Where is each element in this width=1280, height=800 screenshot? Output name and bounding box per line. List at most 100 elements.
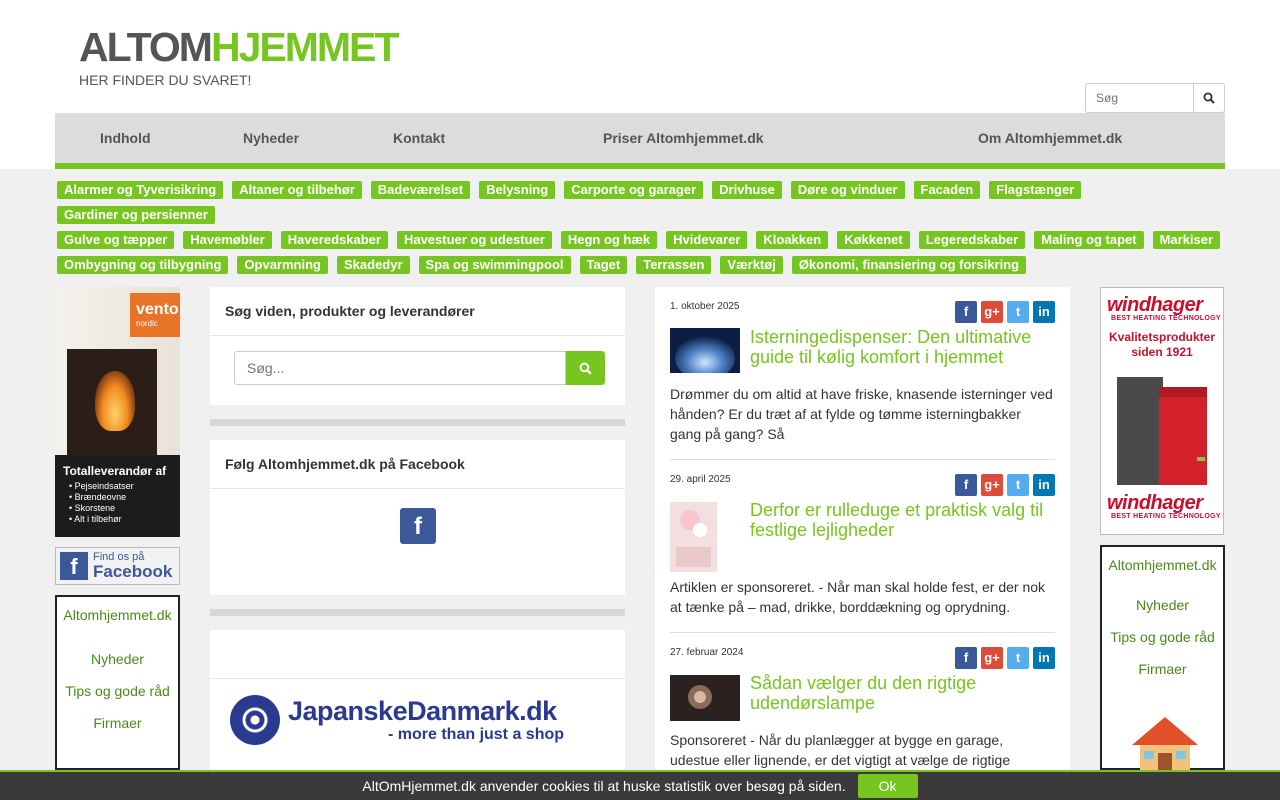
sponsor-panel: JapanskeDanmark.dk - more than just a sh…	[210, 630, 625, 770]
windhager-sub-bottom: BEST HEATING TECHNOLOGY	[1111, 513, 1221, 520]
altomhjemmet-ad-left[interactable]: Altomhjemmet.dk Nyheder Tips og gode råd…	[55, 595, 180, 770]
tag-link[interactable]: Drivhuse	[712, 181, 782, 199]
windhager-logo-bottom: windhager	[1107, 492, 1203, 514]
twitter-share-icon[interactable]: t	[1007, 301, 1029, 323]
tag-link[interactable]: Ombygning og tilbygning	[57, 256, 229, 274]
twitter-share-icon[interactable]: t	[1007, 647, 1029, 669]
tag-link[interactable]: Havemøbler	[183, 231, 272, 249]
altomhjemmet-ad-right[interactable]: Altomhjemmet.dk Nyheder Tips og gode råd…	[1100, 545, 1225, 775]
article-title[interactable]: Isterningedispenser: Den ultimative guid…	[750, 327, 1055, 367]
list-item: 29. april 2025 f g+ t in Derfor er rulle…	[670, 474, 1055, 634]
vento-brand: vento	[136, 301, 179, 318]
tag-link[interactable]: Gulve og tæpper	[57, 231, 175, 249]
cookie-ok-button[interactable]: Ok	[857, 774, 918, 798]
flame-image	[95, 371, 135, 431]
facebook-badge[interactable]: f Find os på Facebook	[55, 547, 180, 585]
ad-small-title: Altomhjemmet.dk	[63, 607, 172, 623]
tag-link[interactable]: Havestuer og udestuer	[396, 231, 552, 249]
linkedin-share-icon[interactable]: in	[1033, 647, 1055, 669]
tag-row: Gulve og tæpper Havemøbler Haveredskaber…	[55, 231, 1230, 256]
japanskedanmark-ad[interactable]: JapanskeDanmark.dk - more than just a sh…	[230, 690, 570, 750]
japan-logo-icon	[230, 695, 280, 745]
windhager-footer: windhager BEST HEATING TECHNOLOGY	[1101, 492, 1223, 520]
header-search-button[interactable]	[1193, 83, 1225, 113]
facebook-share-icon[interactable]: f	[955, 647, 977, 669]
ad-bullet: • Brændeovne	[69, 492, 127, 502]
tag-link[interactable]: Værktøj	[720, 256, 783, 274]
category-tags: Alarmer og Tyverisikring Altaner og tilb…	[55, 181, 1230, 281]
japan-ad-name: JapanskeDanmark.dk	[288, 695, 557, 726]
nav-item-indhold[interactable]: Indhold	[100, 113, 151, 163]
twitter-share-icon[interactable]: t	[1007, 474, 1029, 496]
tag-link[interactable]: Legeredskaber	[918, 231, 1026, 249]
google-plus-share-icon[interactable]: g+	[981, 301, 1003, 323]
ad-text: Totalleverandør af • Pejseindsatser • Br…	[55, 455, 180, 537]
tag-link[interactable]: Hegn og hæk	[560, 231, 658, 249]
tag-link[interactable]: Belysning	[479, 181, 556, 199]
article-thumbnail[interactable]	[670, 675, 740, 721]
facebook-badge-text: Find os på Facebook	[93, 552, 172, 581]
article-title[interactable]: Derfor er rulleduge et praktisk valg til…	[750, 500, 1055, 540]
tag-link[interactable]: Terrassen	[636, 256, 712, 274]
tag-link[interactable]: Økonomi, finansiering og forsikring	[791, 256, 1027, 274]
tag-link[interactable]: Markiser	[1152, 231, 1221, 249]
tag-link[interactable]: Facaden	[913, 181, 981, 199]
windhager-ad[interactable]: windhager BEST HEATING TECHNOLOGY Kvalit…	[1100, 287, 1224, 535]
article-separator	[670, 632, 1055, 633]
nav-item-priser[interactable]: Priser Altomhjemmet.dk	[603, 113, 764, 163]
site-search-button[interactable]	[566, 351, 605, 385]
site-tagline: HER FINDER DU SVARET!	[79, 72, 252, 88]
tag-link[interactable]: Haveredskaber	[280, 231, 388, 249]
facebook-panel: Følg Altomhjemmet.dk på Facebook f	[210, 440, 625, 595]
article-date: 27. februar 2024	[670, 647, 744, 658]
article-thumbnail[interactable]	[670, 502, 717, 572]
list-item: 27. februar 2024 f g+ t in Sådan vælger …	[670, 647, 1055, 770]
facebook-follow-icon[interactable]: f	[400, 508, 436, 544]
tag-link[interactable]: Flagstænger	[989, 181, 1082, 199]
linkedin-share-icon[interactable]: in	[1033, 301, 1055, 323]
site-search-input[interactable]	[234, 351, 566, 385]
tag-link[interactable]: Spa og swimmingpool	[418, 256, 571, 274]
nav-item-om[interactable]: Om Altomhjemmet.dk	[978, 113, 1122, 163]
google-plus-share-icon[interactable]: g+	[981, 474, 1003, 496]
nav-item-nyheder[interactable]: Nyheder	[243, 113, 299, 163]
tag-link[interactable]: Badeværelset	[370, 181, 471, 199]
nav-item-kontakt[interactable]: Kontakt	[393, 113, 445, 163]
tag-link[interactable]: Opvarmning	[237, 256, 328, 274]
divider	[210, 419, 625, 426]
tag-link[interactable]: Kloakken	[756, 231, 829, 249]
tag-link[interactable]: Carporte og garager	[564, 181, 704, 199]
ad-small-link: Nyheder	[1136, 597, 1189, 613]
facebook-share-icon[interactable]: f	[955, 301, 977, 323]
windhager-sub: BEST HEATING TECHNOLOGY	[1111, 315, 1221, 322]
linkedin-share-icon[interactable]: in	[1033, 474, 1055, 496]
share-buttons: f g+ t in	[955, 474, 1055, 496]
article-thumbnail[interactable]	[670, 328, 740, 373]
ad-small-link: Tips og gode råd	[1110, 629, 1215, 645]
facebook-panel-title: Følg Altomhjemmet.dk på Facebook	[210, 440, 625, 489]
tag-link[interactable]: Hvidevarer	[666, 231, 748, 249]
tag-link[interactable]: Taget	[579, 256, 628, 274]
ad-bullet: • Pejseindsatser	[69, 481, 134, 491]
tag-link[interactable]: Alarmer og Tyverisikring	[57, 181, 224, 199]
article-title[interactable]: Sådan vælger du den rigtige udendørslamp…	[750, 673, 1055, 713]
house-icon	[1132, 717, 1198, 775]
facebook-share-icon[interactable]: f	[955, 474, 977, 496]
tag-link[interactable]: Gardiner og persienner	[57, 206, 215, 224]
google-plus-share-icon[interactable]: g+	[981, 647, 1003, 669]
tag-link[interactable]: Altaner og tilbehør	[232, 181, 362, 199]
cookie-message: AltOmHjemmet.dk anvender cookies til at …	[362, 778, 846, 794]
article-date: 29. april 2025	[670, 474, 731, 485]
article-description: Sponsoreret - Når du planlægger at bygge…	[670, 732, 1011, 768]
share-buttons: f g+ t in	[955, 647, 1055, 669]
header-search-input[interactable]	[1085, 83, 1193, 113]
cookie-bar: AltOmHjemmet.dk anvender cookies til at …	[0, 770, 1280, 800]
article-description: Drømmer du om altid at have friske, knas…	[670, 386, 1053, 442]
tag-link[interactable]: Skadedyr	[337, 256, 410, 274]
tag-link[interactable]: Døre og vinduer	[790, 181, 905, 199]
ad-bullet: • Alt i tilbehør	[69, 514, 122, 524]
site-logo[interactable]: ALTOMHJEMMET	[79, 27, 399, 68]
tag-link[interactable]: Køkkenet	[837, 231, 910, 249]
vento-ad[interactable]: vento nordic Totalleverandør af • Pejsei…	[55, 287, 180, 537]
tag-link[interactable]: Maling og tapet	[1034, 231, 1144, 249]
